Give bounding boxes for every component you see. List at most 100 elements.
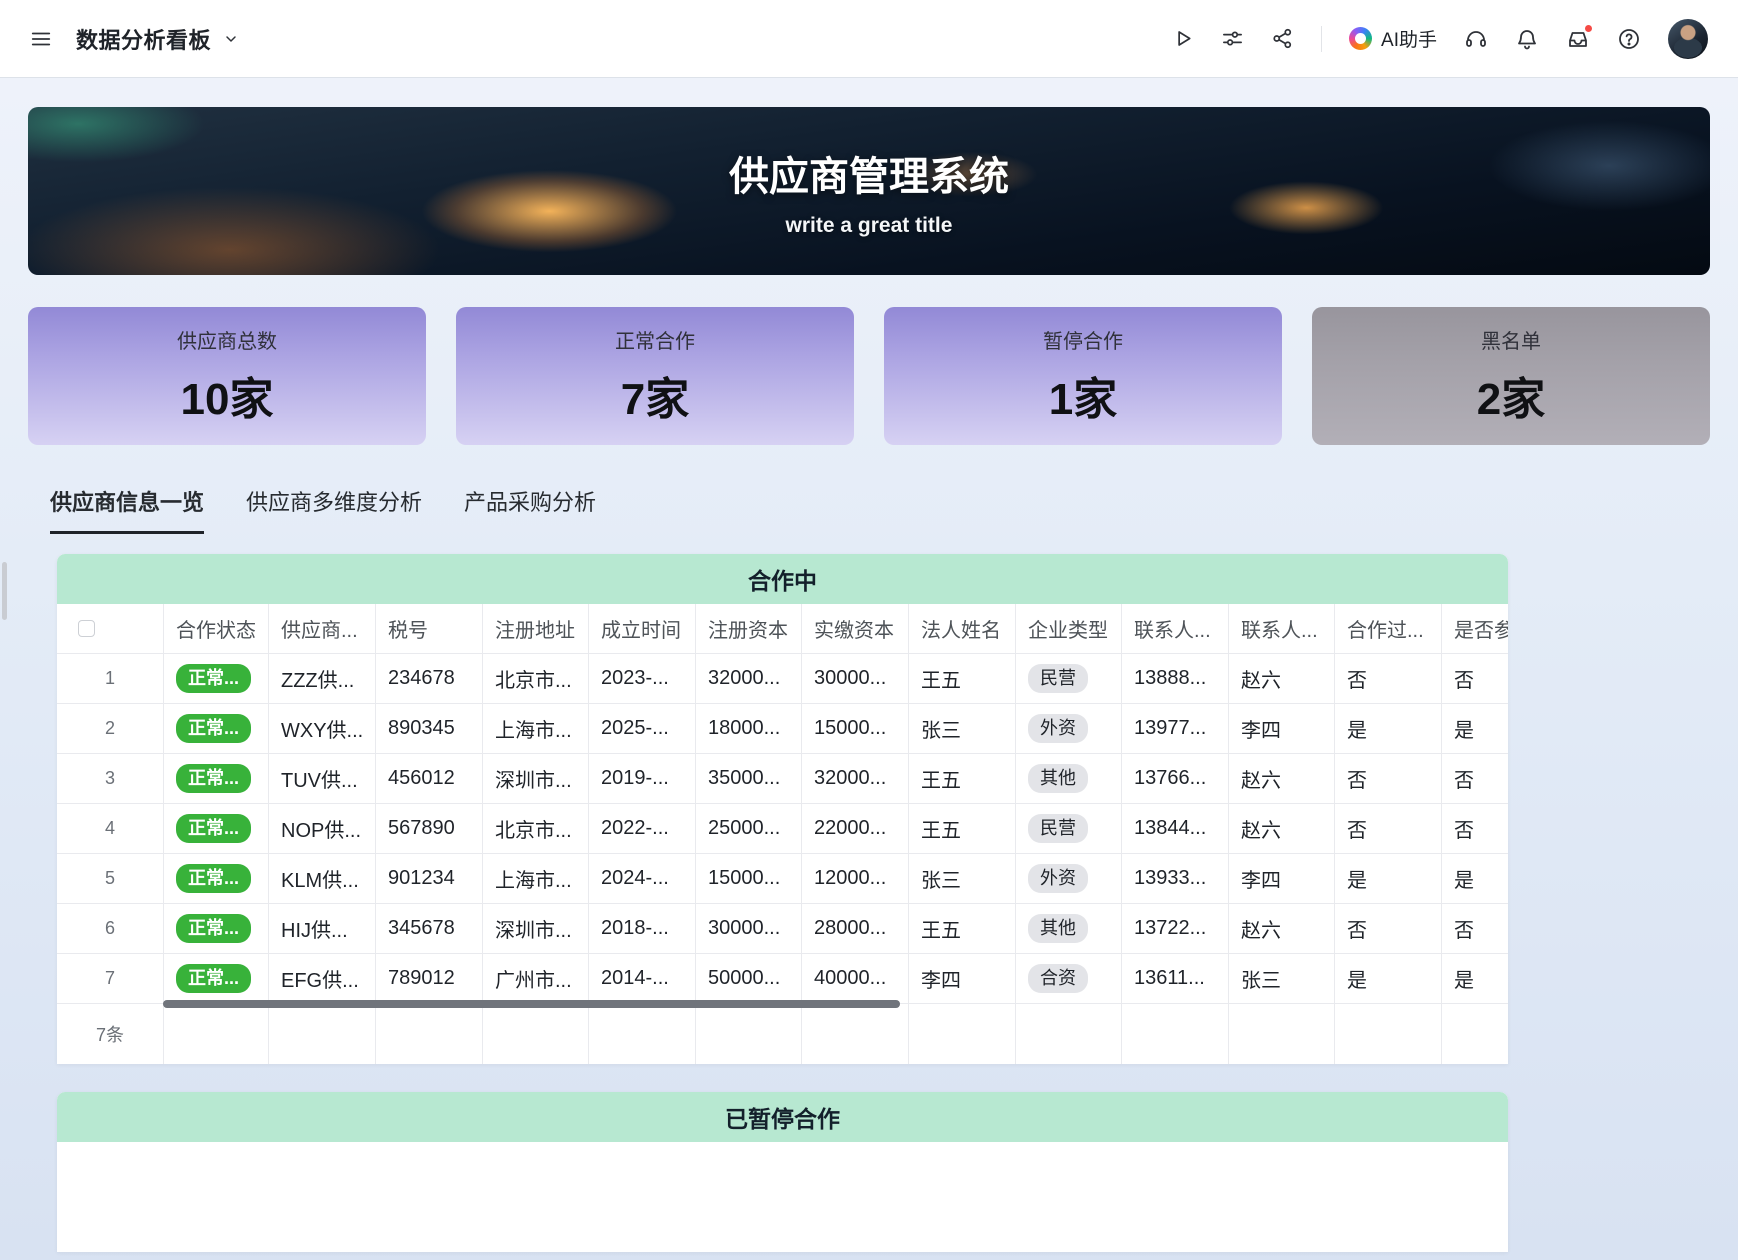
vertical-scrollbar[interactable] [2, 562, 7, 620]
ai-assistant-button[interactable]: AI助手 [1349, 25, 1437, 52]
column-header[interactable]: 合作状态 [163, 604, 268, 653]
cell-reg_capital: 35000... [695, 754, 801, 803]
column-header[interactable]: 企业类型 [1015, 604, 1121, 653]
column-header[interactable]: 联系人... [1121, 604, 1228, 653]
column-header[interactable]: 注册地址 [482, 604, 588, 653]
horizontal-scrollbar[interactable] [163, 1000, 900, 1008]
cell-paid_capital: 12000... [801, 854, 908, 903]
status-badge: 正常... [176, 764, 251, 794]
cell-coop: 是 [1334, 704, 1441, 753]
stat-value: 7家 [621, 363, 689, 427]
type-badge: 外资 [1028, 714, 1088, 744]
hero-title: 供应商管理系统 [729, 144, 1009, 202]
column-header[interactable]: 实缴资本 [801, 604, 908, 653]
table-row[interactable]: 5正常...KLM供...901234上海市...2024-...15000..… [57, 854, 1508, 904]
column-header[interactable]: 法人姓名 [908, 604, 1015, 653]
cell-phone: 13933... [1121, 854, 1228, 903]
cell-supplier: KLM供... [268, 854, 375, 903]
table-row[interactable]: 4正常...NOP供...567890北京市...2022-...25000..… [57, 804, 1508, 854]
cell-address: 深圳市... [482, 904, 588, 953]
cell-phone: 13844... [1121, 804, 1228, 853]
cell-tax: 789012 [375, 954, 482, 1003]
cell-founded: 2018-... [588, 904, 695, 953]
footer-cell [801, 1004, 908, 1064]
help-icon[interactable] [1617, 27, 1641, 51]
inbox-icon[interactable] [1566, 27, 1590, 51]
column-header[interactable]: 联系人... [1228, 604, 1334, 653]
cell-contact: 赵六 [1228, 804, 1334, 853]
footer-cell [1228, 1004, 1334, 1064]
table-body: 1正常...ZZZ供...234678北京市...2023-...32000..… [57, 654, 1508, 1004]
cell-legal: 王五 [908, 754, 1015, 803]
cell-address: 深圳市... [482, 754, 588, 803]
cell-supplier: HIJ供... [268, 904, 375, 953]
table-footer-row: 7条 [57, 1004, 1508, 1064]
column-header[interactable]: 供应商... [268, 604, 375, 653]
cell-founded: 2022-... [588, 804, 695, 853]
cell-legal: 张三 [908, 704, 1015, 753]
footer-cell [268, 1004, 375, 1064]
stat-value: 10家 [181, 363, 274, 427]
cell-coop: 是 [1334, 954, 1441, 1003]
type-cell: 其他 [1015, 904, 1121, 953]
type-cell: 其他 [1015, 754, 1121, 803]
row-number: 3 [57, 754, 163, 803]
type-badge: 民营 [1028, 664, 1088, 694]
cell-supplier: EFG供... [268, 954, 375, 1003]
cell-contact: 赵六 [1228, 654, 1334, 703]
column-header[interactable]: 是否参 [1441, 604, 1508, 653]
tab-2[interactable]: 供应商多维度分析 [246, 485, 422, 534]
ai-assistant-label: AI助手 [1381, 25, 1437, 52]
column-header[interactable]: 注册资本 [695, 604, 801, 653]
cell-joined: 是 [1441, 854, 1508, 903]
type-badge: 民营 [1028, 814, 1088, 844]
table-row[interactable]: 3正常...TUV供...456012深圳市...2019-...35000..… [57, 754, 1508, 804]
cell-contact: 赵六 [1228, 754, 1334, 803]
menu-icon[interactable] [30, 28, 52, 50]
status-badge: 正常... [176, 664, 251, 694]
share-icon[interactable] [1271, 27, 1294, 50]
cell-contact: 赵六 [1228, 904, 1334, 953]
cell-tax: 345678 [375, 904, 482, 953]
table-row[interactable]: 6正常...HIJ供...345678深圳市...2018-...30000..… [57, 904, 1508, 954]
table-row[interactable]: 7正常...EFG供...789012广州市...2014-...50000..… [57, 954, 1508, 1004]
cell-reg_capital: 50000... [695, 954, 801, 1003]
select-all-checkbox[interactable] [78, 620, 95, 637]
notification-bell-icon[interactable] [1515, 27, 1539, 51]
status-cell: 正常... [163, 954, 268, 1003]
cell-tax: 567890 [375, 804, 482, 853]
row-number: 1 [57, 654, 163, 703]
cell-reg_capital: 30000... [695, 904, 801, 953]
footer-cell [482, 1004, 588, 1064]
cell-legal: 张三 [908, 854, 1015, 903]
group-header-paused: 已暂停合作 [57, 1092, 1508, 1142]
cell-reg_capital: 32000... [695, 654, 801, 703]
cell-address: 北京市... [482, 654, 588, 703]
user-avatar[interactable] [1668, 19, 1708, 59]
stat-card-4: 黑名单2家 [1312, 307, 1710, 445]
cell-phone: 13611... [1121, 954, 1228, 1003]
cell-legal: 王五 [908, 804, 1015, 853]
cell-address: 上海市... [482, 704, 588, 753]
row-number: 5 [57, 854, 163, 903]
column-header[interactable]: 合作过... [1334, 604, 1441, 653]
status-badge: 正常... [176, 964, 251, 994]
tab-3[interactable]: 产品采购分析 [464, 485, 596, 534]
notification-dot [1584, 24, 1593, 33]
stat-card-2: 正常合作7家 [456, 307, 854, 445]
column-header[interactable]: 税号 [375, 604, 482, 653]
headset-support-icon[interactable] [1464, 27, 1488, 51]
footer-cell [908, 1004, 1015, 1064]
table-row[interactable]: 2正常...WXY供...890345上海市...2025-...18000..… [57, 704, 1508, 754]
table-row[interactable]: 1正常...ZZZ供...234678北京市...2023-...32000..… [57, 654, 1508, 704]
settings-sliders-icon[interactable] [1221, 27, 1244, 50]
column-header[interactable]: 成立时间 [588, 604, 695, 653]
footer-cell [1334, 1004, 1441, 1064]
chevron-down-icon[interactable] [223, 31, 239, 47]
present-icon[interactable] [1171, 27, 1194, 50]
tab-1[interactable]: 供应商信息一览 [50, 485, 204, 534]
cell-reg_capital: 15000... [695, 854, 801, 903]
record-count: 7条 [57, 1004, 163, 1064]
status-cell: 正常... [163, 804, 268, 853]
type-cell: 外资 [1015, 704, 1121, 753]
